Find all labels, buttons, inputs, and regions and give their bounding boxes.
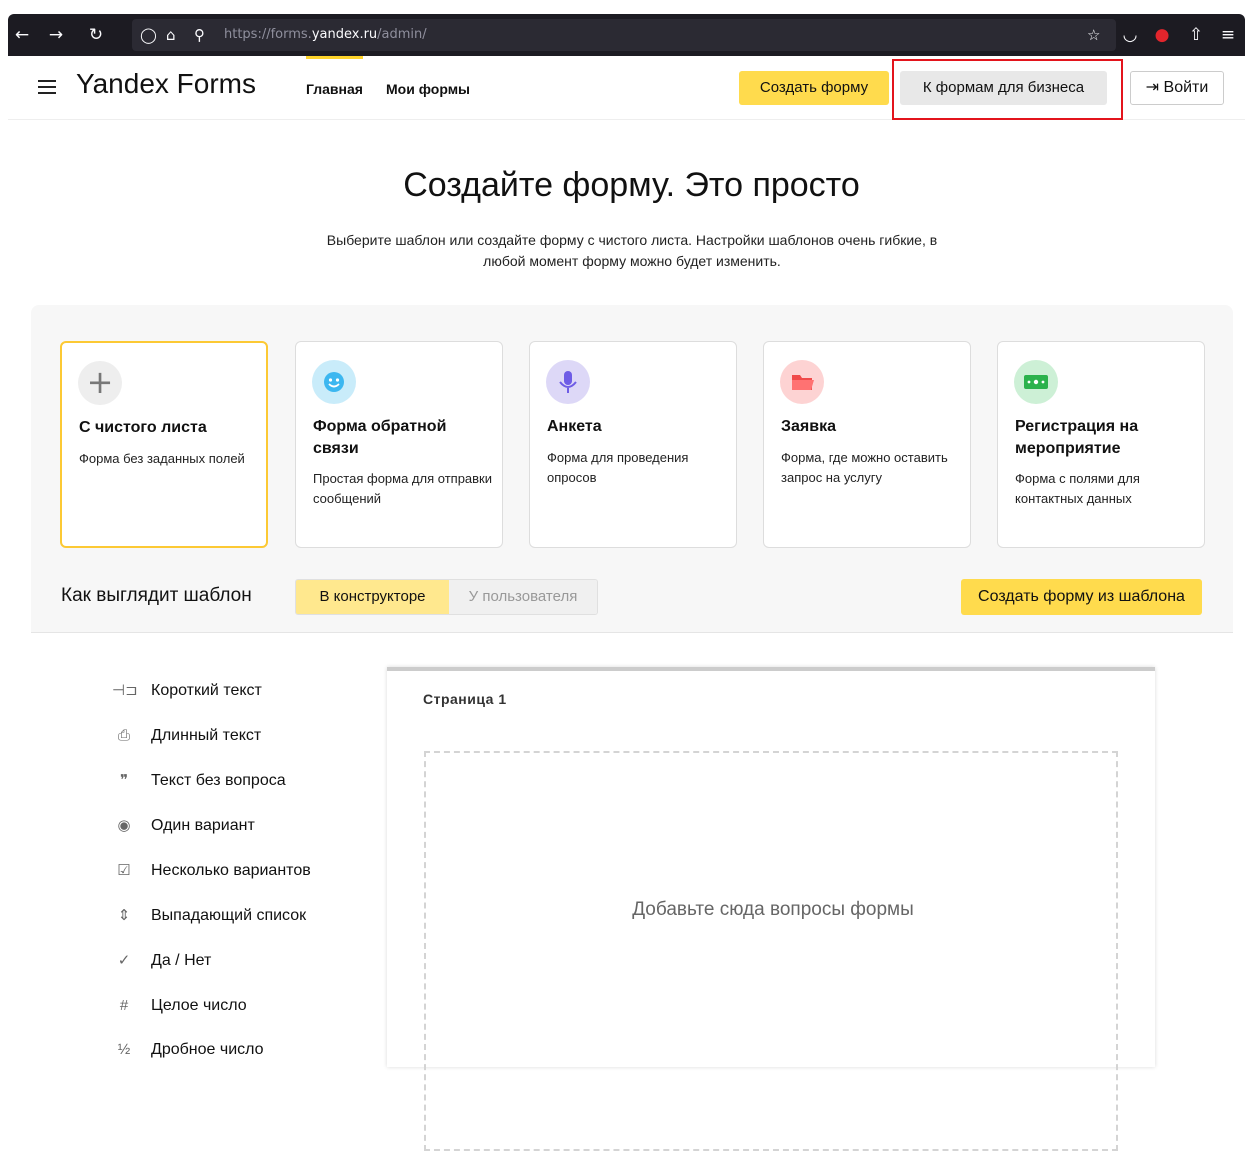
extensions-icon[interactable]: ⇧ — [1184, 14, 1208, 56]
drop-hint: Добавьте сюда вопросы формы — [632, 899, 914, 920]
palette-item-label: Один вариант — [151, 817, 255, 834]
palette-item-label: Длинный текст — [151, 727, 262, 744]
check-icon: ✓ — [117, 952, 131, 969]
template-title: Анкета — [547, 418, 602, 435]
logo[interactable]: Yandex Forms — [76, 68, 256, 100]
plus-icon: + — [78, 361, 122, 405]
lock-icon[interactable]: ⌂ — [166, 19, 176, 51]
login-label: Войти — [1163, 79, 1209, 96]
hash-icon: # — [119, 997, 129, 1014]
create-form-button[interactable]: Создать форму — [739, 71, 889, 105]
nav-home[interactable]: Главная — [306, 81, 363, 97]
template-title: Заявка — [781, 418, 836, 435]
browser-toolbar: ← → ↻ ◯ ⌂ ⚲ https://forms.yandex.ru/admi… — [8, 14, 1245, 56]
forward-icon[interactable]: → — [44, 14, 68, 56]
palette-item-label: Короткий текст — [151, 682, 262, 699]
palette-item-label: Выпадающий список — [151, 907, 307, 924]
template-card-blank[interactable]: + С чистого листа Форма без заданных пол… — [60, 341, 268, 548]
form-canvas: Страница 1 Добавьте сюда вопросы формы — [387, 667, 1155, 1151]
login-icon: ⇥ — [1145, 79, 1164, 96]
short-text-icon: ⊣⊐ — [112, 682, 138, 699]
template-desc: Форма без заданных полей — [79, 451, 245, 466]
quote-icon: ❞ — [119, 772, 129, 789]
tab-user-view[interactable]: У пользователя — [449, 580, 597, 614]
template-gallery: + С чистого листа Форма без заданных пол… — [31, 305, 1233, 633]
template-desc: Форма для проведения опросов — [547, 450, 689, 485]
ublock-icon[interactable]: ● — [1150, 14, 1174, 56]
palette-item-label: Да / Нет — [151, 952, 212, 969]
page-label: Страница 1 — [423, 691, 507, 707]
template-card-survey[interactable]: Анкета Форма для проведения опросов — [529, 341, 737, 548]
create-from-template-button[interactable]: Создать форму из шаблона — [961, 579, 1202, 615]
folder-icon — [780, 360, 824, 404]
ticket-icon — [1014, 360, 1058, 404]
template-desc: Простая форма для отправки сообщений — [313, 471, 493, 506]
template-title: С чистого листа — [79, 419, 207, 436]
template-card-feedback[interactable]: Форма обратной связи Простая форма для о… — [295, 341, 503, 548]
url-text[interactable]: https://forms.yandex.ru/admin/ — [224, 19, 427, 51]
menu-icon[interactable]: ≡ — [1216, 14, 1240, 56]
microphone-icon — [546, 360, 590, 404]
fraction-icon: ½ — [117, 1041, 131, 1058]
question-drop-zone[interactable]: Добавьте сюда вопросы формы — [424, 751, 1118, 1151]
preview-mode-switch: В конструкторе У пользователя — [295, 579, 598, 615]
template-card-event[interactable]: Регистрация на мероприятие Форма с полям… — [997, 341, 1205, 548]
palette-item-label: Дробное число — [151, 1041, 264, 1058]
template-desc: Форма, где можно оставить запрос на услу… — [781, 450, 948, 485]
long-text-icon: ⎙ — [117, 727, 130, 744]
login-button[interactable]: ⇥ Войти — [1130, 71, 1224, 105]
page-title: Создайте форму. Это просто — [403, 166, 860, 204]
palette-item-label: Текст без вопроса — [151, 772, 286, 789]
shield-icon[interactable]: ◯ — [140, 19, 157, 51]
smile-icon — [312, 360, 356, 404]
permissions-icon[interactable]: ⚲ — [194, 19, 205, 51]
checkbox-icon: ☑ — [117, 862, 131, 879]
template-preview-label: Как выглядит шаблон — [61, 585, 252, 606]
nav-active-indicator — [306, 56, 363, 59]
palette-item-label: Несколько вариантов — [151, 862, 311, 879]
bookmark-star-icon[interactable]: ☆ — [1087, 19, 1100, 51]
highlight-box — [892, 59, 1123, 120]
template-title: Регистрация на мероприятие — [1015, 418, 1139, 457]
template-title: Форма обратной связи — [313, 418, 447, 457]
page-subtitle: Выберите шаблон или создайте форму с чис… — [326, 232, 938, 269]
back-icon[interactable]: ← — [10, 14, 34, 56]
template-desc: Форма с полями для контактных данных — [1015, 471, 1140, 506]
dropdown-icon: ⇕ — [117, 907, 131, 924]
template-card-request[interactable]: Заявка Форма, где можно оставить запрос … — [763, 341, 971, 548]
site-header: Yandex Forms Главная Мои формы Создать ф… — [8, 56, 1245, 120]
tab-constructor[interactable]: В конструкторе — [296, 580, 449, 614]
hamburger-menu-icon[interactable] — [38, 80, 56, 98]
pocket-icon[interactable]: ◡ — [1118, 14, 1142, 56]
browser-chrome: ← → ↻ ◯ ⌂ ⚲ https://forms.yandex.ru/admi… — [0, 0, 1245, 56]
palette-item-label: Целое число — [151, 997, 247, 1014]
address-bar[interactable]: ◯ ⌂ ⚲ https://forms.yandex.ru/admin/ ☆ — [132, 19, 1116, 51]
radio-icon: ◉ — [117, 817, 131, 834]
nav-my-forms[interactable]: Мои формы — [386, 81, 470, 97]
reload-icon[interactable]: ↻ — [84, 14, 108, 56]
